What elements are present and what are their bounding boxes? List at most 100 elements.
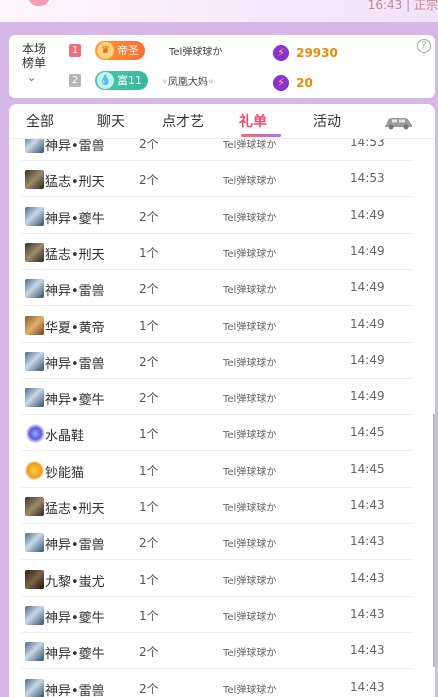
gift-time: 14:43: [350, 534, 385, 549]
gift-count: 1个: [139, 427, 159, 442]
gift-sender[interactable]: Tel弹球球か: [223, 172, 276, 187]
jiuli-gift-icon: [25, 569, 44, 589]
water-drop-icon: 💧: [97, 72, 114, 89]
gift-time: 14:45: [350, 461, 385, 476]
tab-gifts[interactable]: 礼单: [239, 111, 267, 131]
level-badge-label: 帝圣: [117, 44, 139, 57]
gift-time: 14:43: [350, 643, 385, 658]
gift-row: 九黎•蚩尤 1个 Tel弹球球か 14:43: [9, 561, 435, 597]
gift-sender[interactable]: Tel弹球球か: [223, 281, 276, 296]
shenyi-gift-icon: [25, 642, 44, 662]
gift-name: 猛志•刑天: [45, 175, 105, 191]
gift-sender[interactable]: Tel弹球球か: [223, 644, 276, 659]
gift-count: 2个: [139, 354, 159, 369]
shenyi-gift-icon: [25, 533, 44, 553]
user-name[interactable]: Tel弹球球か: [169, 43, 222, 58]
level-badge: ♛ 帝圣: [95, 41, 145, 60]
contribution-score: ⚡ 20: [273, 72, 313, 91]
gift-time: 14:49: [350, 207, 385, 222]
gift-name: 神异•雷兽: [45, 356, 105, 372]
gift-sender[interactable]: Tel弹球球か: [223, 681, 276, 696]
top-header-strip: 16:43 | 正宗: [0, 0, 438, 22]
gift-name: 神异•雷兽: [45, 284, 105, 300]
gift-name: 神异•夔牛: [45, 647, 105, 663]
gift-time: 14:49: [350, 352, 385, 367]
user-name[interactable]: ◦凤凰大妈◦: [162, 73, 214, 88]
gift-sender[interactable]: Tel弹球球か: [223, 535, 276, 550]
gift-name: 九黎•蚩尤: [45, 574, 105, 590]
mengzhi-gift-icon: [25, 170, 44, 190]
contribution-score: ⚡ 29930: [273, 42, 338, 61]
gift-sender[interactable]: Tel弹球球か: [223, 499, 276, 514]
rank-number: 2: [69, 74, 81, 87]
gift-sender[interactable]: Tel弹球球か: [223, 209, 276, 224]
gift-count: 2个: [139, 681, 159, 696]
lightning-icon: ⚡: [273, 74, 289, 91]
gift-sender[interactable]: Tel弹球球か: [223, 354, 276, 369]
scrollbar[interactable]: [433, 414, 435, 667]
gift-time: 14:49: [350, 280, 385, 295]
gift-count: 1个: [139, 245, 159, 260]
chevron-down-icon[interactable]: ⌄: [27, 71, 36, 84]
gift-name: 神异•雷兽: [45, 538, 105, 554]
gift-row: 猛志•刑天 1个 Tel弹球球か 14:43: [9, 488, 435, 524]
gift-count: 2个: [139, 391, 159, 406]
tab-all[interactable]: 全部: [26, 111, 54, 131]
gift-count: 1个: [139, 318, 159, 333]
gift-count: 1个: [139, 500, 159, 514]
shenyi-gift-icon: [25, 388, 44, 408]
gift-count: 2个: [139, 645, 159, 660]
tab-chat[interactable]: 聊天: [97, 111, 125, 131]
gift-count: 1个: [139, 608, 159, 623]
active-tab-indicator: [241, 134, 281, 137]
gift-sender[interactable]: Tel弹球球か: [223, 426, 276, 441]
gift-count: 2个: [139, 173, 159, 188]
gift-sender[interactable]: Tel弹球球か: [223, 608, 276, 623]
help-icon[interactable]: ?: [417, 39, 431, 53]
gift-list-panel: 神异•雷兽 2个 Tel弹球球か 14:53 猛志•刑天 2个 Tel弹球球か 14:53 神异…: [9, 104, 435, 697]
crown-icon: ♛: [97, 42, 114, 59]
gift-time: 14:49: [350, 316, 385, 331]
gift-name: 华夏•黄帝: [45, 320, 105, 336]
shenyi-gift-icon: [25, 678, 44, 697]
gift-row: 猛志•刑天 1个 Tel弹球球か 14:49: [9, 234, 435, 270]
gift-count: 2个: [139, 536, 159, 551]
gift-sender[interactable]: Tel弹球球か: [223, 390, 276, 405]
gift-name: 猛志•刑天: [45, 247, 105, 263]
score-value: 29930: [296, 45, 338, 60]
gift-name: 水晶鞋: [45, 429, 85, 445]
gift-row: 华夏•黄帝 1个 Tel弹球球か 14:49: [9, 307, 435, 343]
tab-bar: 全部 聊天 点才艺 礼单 活动: [9, 104, 435, 139]
car-icon[interactable]: [383, 114, 414, 130]
gift-time: 14:43: [350, 498, 385, 512]
gift-count: 2个: [139, 282, 159, 297]
mengzhi-gift-icon: [25, 242, 44, 262]
rank-panel-title: 本场榜单: [21, 42, 46, 70]
rank-row[interactable]: 2 💧 富11 ◦凤凰大妈◦ ⚡ 20: [69, 71, 369, 91]
level-badge-label: 富11: [117, 74, 142, 87]
gift-row: 神异•夔牛 2个 Tel弹球球か 14:49: [9, 198, 435, 234]
gift-row: 神异•夔牛 2个 Tel弹球球か 14:43: [9, 633, 435, 670]
gift-row: 猛志•刑天 2个 Tel弹球球か 14:53: [9, 161, 435, 198]
gift-sender[interactable]: Tel弹球球か: [223, 318, 276, 333]
rank-row[interactable]: 1 ♛ 帝圣 Tel弹球球か ⚡ 29930: [69, 41, 369, 61]
gift-time: 14:43: [350, 606, 385, 621]
gift-sender[interactable]: Tel弹球球か: [223, 245, 276, 260]
shenyi-gift-icon: [25, 206, 44, 226]
tab-activity[interactable]: 活动: [313, 111, 341, 131]
mengzhi-gift-icon: [25, 497, 44, 516]
gift-name: 神异•夔牛: [45, 610, 105, 626]
shoes-gift-icon: [25, 424, 44, 444]
gift-time: 14:49: [350, 389, 385, 404]
gift-time: 14:45: [350, 425, 385, 440]
gift-time: 14:43: [350, 570, 385, 585]
cat-gift-icon: [25, 460, 44, 480]
gift-row: 神异•夔牛 2个 Tel弹球球か 14:49: [9, 379, 435, 416]
tab-talent[interactable]: 点才艺: [162, 111, 204, 131]
gift-sender[interactable]: Tel弹球球か: [223, 463, 276, 478]
gift-row: 水晶鞋 1个 Tel弹球球か 14:45: [9, 415, 435, 452]
gift-row: 神异•雷兽 2个 Tel弹球球か 14:43: [9, 524, 435, 561]
gift-row: 神异•雷兽 2个 Tel弹球球か 14:49: [9, 343, 435, 379]
gift-sender[interactable]: Tel弹球球か: [223, 572, 276, 587]
level-badge: 💧 富11: [95, 71, 148, 90]
